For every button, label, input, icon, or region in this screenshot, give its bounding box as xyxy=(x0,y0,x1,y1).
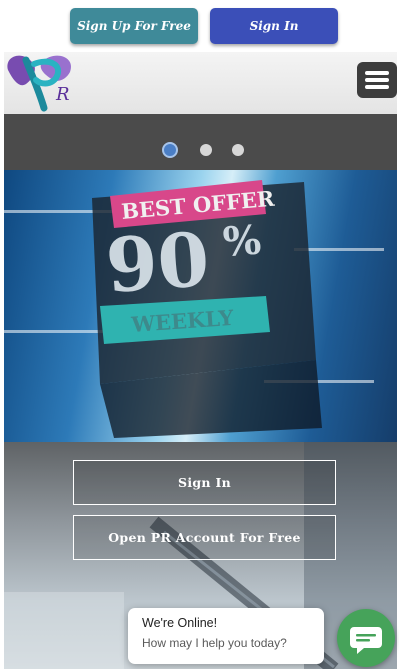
signup-button[interactable]: Sign Up For Free xyxy=(70,8,198,44)
slider-pagination xyxy=(4,114,397,170)
open-account-button[interactable]: Open PR Account For Free xyxy=(73,515,336,560)
site-header: R xyxy=(4,52,397,114)
svg-text:R: R xyxy=(55,84,70,105)
signin-button[interactable]: Sign In xyxy=(73,460,336,505)
offer-banner: BEST OFFER 90 % WEEKLY xyxy=(4,170,397,442)
slide-dot-2[interactable] xyxy=(200,144,212,156)
slide-dot-3[interactable] xyxy=(232,144,244,156)
chat-launcher-button[interactable] xyxy=(337,609,395,667)
hamburger-menu-icon[interactable] xyxy=(357,62,397,98)
pr-logo-icon[interactable]: R xyxy=(4,48,82,114)
top-auth-bar: Sign Up For Free Sign In xyxy=(0,0,399,52)
chat-subtitle: How may I help you today? xyxy=(142,636,287,650)
slide-dot-1[interactable] xyxy=(162,142,178,158)
menu-line xyxy=(365,85,389,89)
menu-line xyxy=(365,78,389,82)
banner-percent-sign: % xyxy=(221,216,262,266)
banner-percent: 90 xyxy=(103,217,212,310)
menu-line xyxy=(365,71,389,75)
chat-title: We're Online! xyxy=(142,616,218,630)
top-signin-button[interactable]: Sign In xyxy=(210,8,338,44)
chat-greeting-bubble[interactable]: We're Online! How may I help you today? xyxy=(128,608,324,664)
chat-bubble-icon xyxy=(350,627,382,654)
